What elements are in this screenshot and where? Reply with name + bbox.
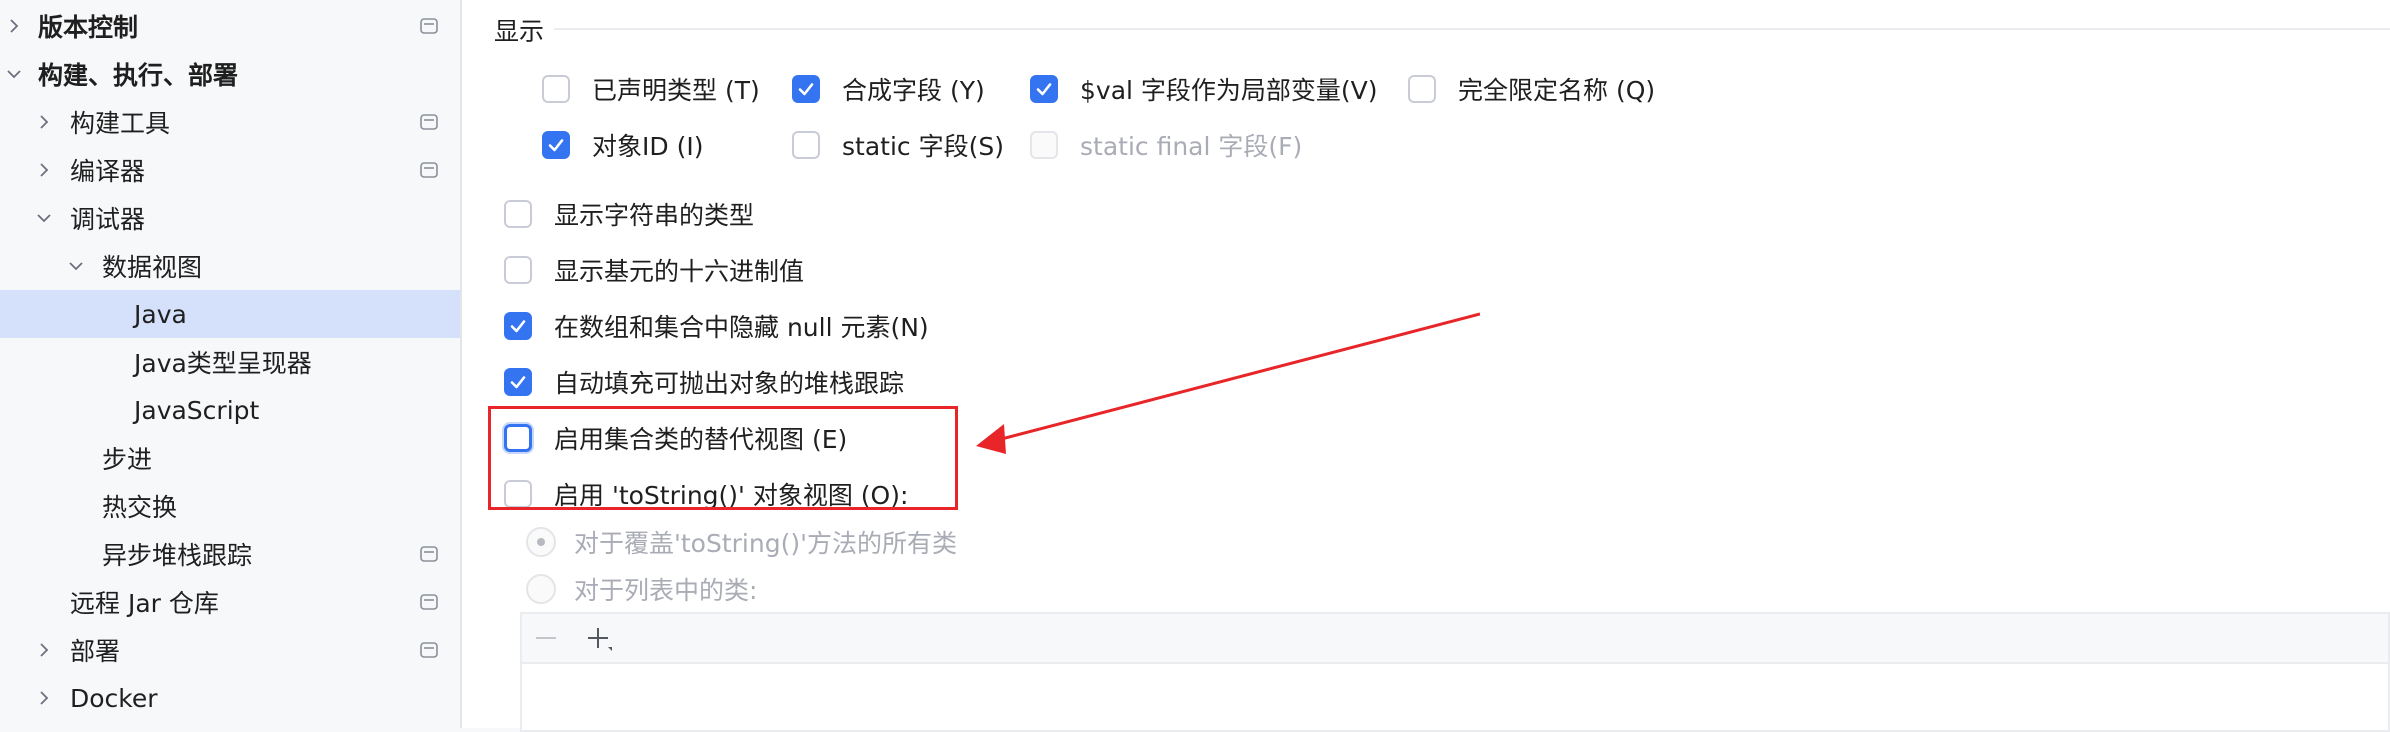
highlight-annotation-box: [488, 406, 958, 510]
chevron-down-icon[interactable]: [36, 210, 52, 226]
sidebar-item-java[interactable]: Java: [0, 290, 460, 338]
checkbox-label: 显示基元的十六进制值: [554, 257, 805, 286]
chevron-down-icon[interactable]: [6, 66, 22, 82]
checkbox-hide-null-elements[interactable]: 在数组和集合中隐藏 null 元素(N): [504, 308, 929, 344]
chevron-right-icon[interactable]: [36, 114, 52, 130]
sidebar-item-label: 编译器: [70, 157, 146, 186]
chevron-right-icon[interactable]: [6, 18, 22, 34]
sidebar-item-hotswap[interactable]: 热交换: [0, 482, 460, 530]
settings-sidebar: 版本控制 构建、执行、部署 构建工具 编译器 调试器 数据视图 Java Jav…: [0, 0, 462, 728]
checkbox-label: static final 字段(F): [1080, 132, 1303, 161]
project-level-icon: [420, 594, 438, 610]
checkbox-box[interactable]: [542, 75, 570, 103]
sidebar-item-version-control[interactable]: 版本控制: [0, 2, 460, 50]
sidebar-item-label: 数据视图: [102, 253, 203, 282]
checkbox-box[interactable]: [504, 200, 532, 228]
section-title-display: 显示: [494, 12, 555, 48]
sidebar-item-javascript[interactable]: JavaScript: [0, 386, 460, 434]
checkbox-declared-type[interactable]: 已声明类型 (T): [542, 71, 760, 107]
radio-label: 对于覆盖'toString()'方法的所有类: [574, 529, 957, 558]
sidebar-item-deployment[interactable]: 部署: [0, 626, 460, 674]
sidebar-item-label: Java: [134, 299, 187, 329]
checkbox-label: 对象ID (I): [592, 132, 704, 161]
sidebar-item-label: 构建、执行、部署: [38, 61, 239, 90]
sidebar-item-label: 异步堆栈跟踪: [102, 541, 253, 570]
project-level-icon: [420, 18, 438, 34]
sidebar-item-label: 步进: [102, 445, 153, 474]
sidebar-item-docker[interactable]: Docker: [0, 674, 460, 722]
sidebar-item-label: 版本控制: [38, 13, 139, 42]
checkbox-fully-qualified-names[interactable]: 完全限定名称 (Q): [1408, 71, 1655, 107]
checkbox-label: 显示字符串的类型: [554, 201, 755, 230]
radio-label: 对于列表中的类:: [574, 576, 758, 605]
chevron-down-icon[interactable]: [68, 258, 84, 274]
sidebar-item-stepping[interactable]: 步进: [0, 434, 460, 482]
project-level-icon: [420, 114, 438, 130]
checkbox-box[interactable]: [542, 131, 570, 159]
sidebar-item-label: Docker: [70, 683, 158, 713]
sidebar-item-label: Java类型呈现器: [134, 349, 312, 378]
sidebar-item-debugger[interactable]: 调试器: [0, 194, 460, 242]
checkbox-static-final-fields: static final 字段(F): [1030, 127, 1302, 163]
sidebar-item-data-views[interactable]: 数据视图: [0, 242, 460, 290]
sidebar-item-build-execution-deployment[interactable]: 构建、执行、部署: [0, 50, 460, 98]
checkbox-label: 已声明类型 (T): [592, 76, 760, 105]
checkbox-object-id[interactable]: 对象ID (I): [542, 127, 703, 163]
checkbox-label: $val 字段作为局部变量(V): [1080, 76, 1378, 105]
sidebar-item-remote-jar-repositories[interactable]: 远程 Jar 仓库: [0, 578, 460, 626]
chevron-right-icon[interactable]: [36, 642, 52, 658]
checkbox-synthetic-fields[interactable]: 合成字段 (Y): [792, 71, 985, 107]
annotation-arrow-icon: [976, 312, 1480, 454]
checkbox-label: 自动填充可抛出对象的堆栈跟踪: [554, 369, 905, 398]
chevron-right-icon[interactable]: [36, 162, 52, 178]
plus-icon[interactable]: [584, 624, 612, 652]
checkbox-show-string-type[interactable]: 显示字符串的类型: [504, 196, 754, 232]
checkbox-label: 完全限定名称 (Q): [1458, 76, 1656, 105]
checkbox-label: 合成字段 (Y): [842, 76, 985, 105]
checkbox-box[interactable]: [504, 312, 532, 340]
checkbox-box[interactable]: [504, 368, 532, 396]
checkbox-show-hex-primitives[interactable]: 显示基元的十六进制值: [504, 252, 804, 288]
sidebar-item-async-stack-traces[interactable]: 异步堆栈跟踪: [0, 530, 460, 578]
checkbox-static-fields[interactable]: static 字段(S): [792, 127, 1004, 163]
sidebar-item-label: 部署: [70, 637, 121, 666]
checkbox-box[interactable]: [504, 256, 532, 284]
class-list-panel: [520, 612, 2390, 732]
checkbox-box: [1030, 131, 1058, 159]
checkbox-val-fields-as-locals[interactable]: $val 字段作为局部变量(V): [1030, 71, 1378, 107]
sidebar-item-label: 构建工具: [70, 109, 171, 138]
sidebar-item-java-type-renderers[interactable]: Java类型呈现器: [0, 338, 460, 386]
sidebar-item-label: 调试器: [70, 205, 146, 234]
sidebar-item-compiler[interactable]: 编译器: [0, 146, 460, 194]
radio-button: [526, 527, 556, 557]
sidebar-item-label: JavaScript: [134, 395, 260, 425]
radio-button: [526, 574, 556, 604]
sidebar-item-build-tools[interactable]: 构建工具: [0, 98, 460, 146]
project-level-icon: [420, 642, 438, 658]
minus-icon: [532, 624, 560, 652]
checkbox-box[interactable]: [792, 75, 820, 103]
project-level-icon: [420, 162, 438, 178]
checkbox-box[interactable]: [1408, 75, 1436, 103]
project-level-icon: [420, 546, 438, 562]
checkbox-box[interactable]: [1030, 75, 1058, 103]
checkbox-box[interactable]: [792, 131, 820, 159]
checkbox-label: 在数组和集合中隐藏 null 元素(N): [554, 313, 929, 342]
section-divider: [552, 28, 2390, 30]
radio-all-classes-overriding-tostring: 对于覆盖'toString()'方法的所有类: [526, 524, 957, 560]
checkbox-label: static 字段(S): [842, 132, 1004, 161]
radio-classes-from-list: 对于列表中的类:: [526, 571, 757, 607]
sidebar-item-label: 远程 Jar 仓库: [70, 589, 219, 618]
checkbox-populate-throwable-stack[interactable]: 自动填充可抛出对象的堆栈跟踪: [504, 364, 904, 400]
chevron-right-icon[interactable]: [36, 690, 52, 706]
list-toolbar: [522, 614, 2388, 664]
sidebar-item-label: 热交换: [102, 493, 178, 522]
